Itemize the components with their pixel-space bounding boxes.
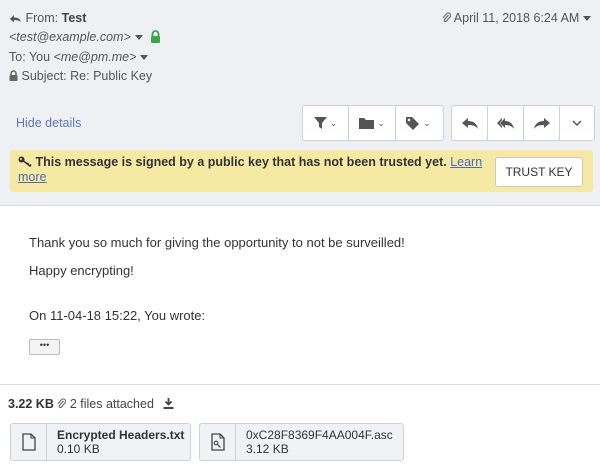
file-icon-box — [11, 424, 47, 460]
more-actions-button[interactable] — [560, 106, 593, 140]
organize-button-group: ⌄ ⌄ ⌄ — [302, 105, 444, 141]
subject-text: Re: Public Key — [70, 69, 153, 83]
attachment-file[interactable]: 0xC28F8369F4AA004F.asc 3.12 KB — [199, 423, 404, 461]
attachment-file[interactable]: Encrypted Headers.txt 0.10 KB — [10, 423, 191, 461]
untrusted-key-warning: This message is signed by a public key t… — [10, 150, 593, 192]
body-line-1: Thank you so much for giving the opportu… — [29, 235, 405, 250]
chevron-down-icon: ⌄ — [329, 117, 338, 128]
attachment-info: 0xC28F8369F4AA004F.asc 3.12 KB — [236, 428, 393, 456]
folder-icon — [359, 118, 375, 129]
reply-all-button[interactable] — [488, 106, 524, 140]
file-icon — [21, 433, 36, 451]
key-icon — [18, 156, 32, 168]
to-label: To: — [9, 50, 26, 64]
message-header: From: Test <test@example.com> To: You <m… — [0, 0, 600, 206]
attachment-name: Encrypted Headers.txt — [57, 428, 185, 442]
file-key-icon — [210, 433, 225, 451]
subject-label: Subject: — [21, 69, 67, 83]
chevron-down-icon — [572, 120, 581, 126]
from-name[interactable]: Test — [62, 11, 87, 25]
subject-row: Subject: Re: Public Key — [9, 69, 152, 83]
to-dropdown-caret-icon[interactable] — [140, 55, 149, 61]
show-quoted-text-button[interactable]: ••• — [29, 339, 60, 355]
paperclip-icon — [57, 398, 67, 409]
body-line-2: Happy encrypting! — [29, 263, 134, 278]
warning-message: This message is signed by a public key t… — [35, 155, 447, 169]
attachments-count: 2 files attached — [69, 397, 154, 411]
label-button[interactable]: ⌄ — [396, 106, 441, 140]
attachments-summary: 3.22 KB 2 files attached — [8, 397, 174, 411]
chevron-down-icon: ⌄ — [423, 117, 431, 128]
reply-icon — [461, 117, 478, 129]
date-dropdown-caret-icon[interactable] — [583, 16, 592, 22]
reply-all-icon — [497, 117, 514, 129]
from-email-row: <test@example.com> — [9, 30, 161, 44]
to-row: To: You <me@pm.me> — [9, 50, 149, 64]
paperclip-icon — [442, 12, 452, 23]
hide-details-link[interactable]: Hide details — [16, 116, 81, 130]
from-label: From: — [25, 11, 59, 25]
trust-key-button[interactable]: TRUST KEY — [495, 157, 583, 187]
to-email[interactable]: <me@pm.me> — [54, 50, 137, 64]
from-email[interactable]: <test@example.com> — [9, 30, 131, 44]
tag-icon — [406, 116, 420, 130]
attachments-divider — [0, 384, 600, 385]
attachments-size: 3.22 KB — [8, 397, 54, 411]
from-dropdown-caret-icon[interactable] — [134, 35, 143, 41]
file-icon-box — [200, 424, 236, 460]
attachment-name: 0xC28F8369F4AA004F.asc — [246, 428, 393, 442]
reply-arrow-icon — [10, 15, 21, 23]
from-row: From: Test — [9, 11, 86, 25]
download-all-icon[interactable] — [163, 398, 174, 409]
to-name[interactable]: You — [29, 50, 50, 64]
date-row: April 11, 2018 6:24 AM — [442, 11, 592, 25]
warning-text: This message is signed by a public key t… — [18, 155, 488, 185]
forward-icon — [533, 117, 550, 129]
filter-icon — [313, 117, 327, 129]
lock-icon[interactable] — [150, 30, 161, 43]
chevron-down-icon: ⌄ — [377, 117, 385, 128]
attachment-info: Encrypted Headers.txt 0.10 KB — [47, 428, 184, 456]
attachment-size: 3.12 KB — [246, 442, 289, 456]
filter-button[interactable]: ⌄ — [303, 106, 349, 140]
message-date: April 11, 2018 6:24 AM — [453, 11, 580, 25]
move-to-folder-button[interactable]: ⌄ — [349, 106, 396, 140]
small-lock-icon — [9, 70, 18, 81]
quote-intro: On 11-04-18 15:22, You wrote: — [29, 308, 206, 323]
reply-button[interactable] — [452, 106, 488, 140]
attachment-size: 0.10 KB — [57, 442, 100, 456]
reply-button-group — [451, 105, 595, 141]
forward-button[interactable] — [524, 106, 560, 140]
